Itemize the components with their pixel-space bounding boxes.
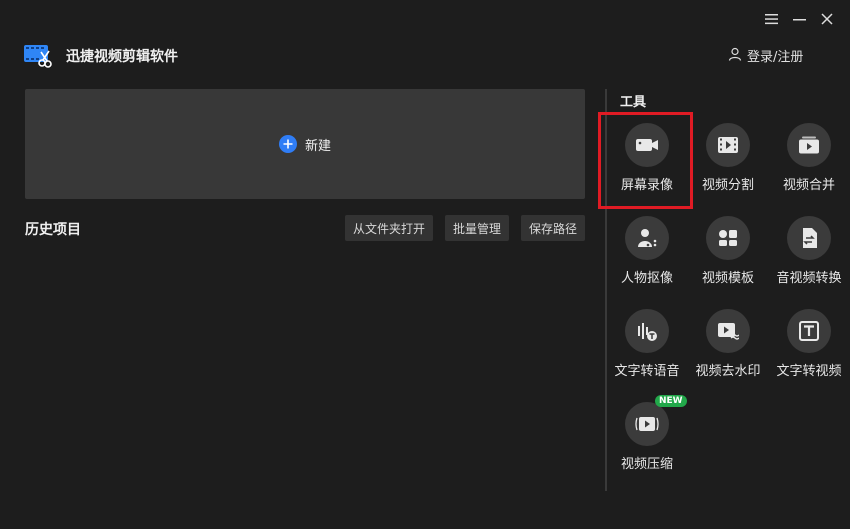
tool-label: 人物抠像 bbox=[620, 271, 673, 286]
user-icon bbox=[728, 47, 742, 65]
app-title: 迅捷视频剪辑软件 bbox=[66, 49, 178, 65]
tool-label: 音视频转换 bbox=[776, 271, 842, 286]
tool-text-to-video[interactable]: 文字转视频 bbox=[769, 309, 849, 389]
batch-manage-button[interactable]: 批量管理 bbox=[444, 215, 509, 241]
app-logo-icon bbox=[24, 43, 52, 69]
tool-text-to-speech[interactable]: 文字转语音 bbox=[607, 309, 687, 389]
tool-remove-watermark[interactable]: 视频去水印 bbox=[688, 309, 768, 389]
video-merge-icon bbox=[787, 123, 831, 167]
tool-label: 视频分割 bbox=[701, 178, 754, 193]
close-icon[interactable] bbox=[820, 12, 834, 26]
tool-label: 视频模板 bbox=[701, 271, 754, 286]
convert-icon bbox=[787, 216, 831, 260]
history-projects-title: 历史项目 bbox=[25, 222, 81, 238]
portrait-cutout-icon bbox=[625, 216, 669, 260]
tool-label: 文字转语音 bbox=[614, 364, 680, 379]
text-to-video-icon bbox=[787, 309, 831, 353]
open-from-folder-button[interactable]: 从文件夹打开 bbox=[344, 215, 433, 241]
plus-icon bbox=[278, 135, 297, 153]
film-split-icon bbox=[706, 123, 750, 167]
new-project-button[interactable]: 新建 bbox=[25, 89, 585, 199]
tool-label: 视频合并 bbox=[782, 178, 835, 193]
new-project-label: 新建 bbox=[304, 138, 331, 154]
menu-icon[interactable] bbox=[764, 12, 778, 26]
window-controls bbox=[764, 12, 834, 26]
text-to-speech-icon bbox=[625, 309, 669, 353]
tool-portrait-cutout[interactable]: 人物抠像 bbox=[607, 216, 687, 296]
tool-video-compress[interactable]: NEW 视频压缩 bbox=[607, 395, 687, 482]
save-path-button[interactable]: 保存路径 bbox=[520, 215, 585, 241]
login-register-label: 登录/注册 bbox=[747, 50, 804, 65]
new-badge: NEW bbox=[655, 395, 687, 407]
history-actions: 从文件夹打开 批量管理 保存路径 bbox=[344, 215, 585, 241]
tool-label: 视频去水印 bbox=[695, 364, 761, 379]
template-icon bbox=[706, 216, 750, 260]
tool-label: 视频压缩 bbox=[620, 457, 673, 472]
tool-video-merge[interactable]: 视频合并 bbox=[769, 123, 849, 203]
login-register-link[interactable]: 登录/注册 bbox=[728, 46, 803, 65]
compress-icon bbox=[625, 402, 669, 446]
tool-screen-record[interactable]: 屏幕录像 bbox=[607, 123, 687, 203]
remove-watermark-icon bbox=[706, 309, 750, 353]
tool-label: 文字转视频 bbox=[776, 364, 842, 379]
tool-video-template[interactable]: 视频模板 bbox=[688, 216, 768, 296]
minimize-icon[interactable] bbox=[792, 12, 806, 26]
tool-label: 屏幕录像 bbox=[620, 178, 673, 193]
tool-video-split[interactable]: 视频分割 bbox=[688, 123, 768, 203]
tool-av-convert[interactable]: 音视频转换 bbox=[769, 216, 849, 296]
tools-title: 工具 bbox=[620, 95, 647, 110]
camera-icon bbox=[625, 123, 669, 167]
